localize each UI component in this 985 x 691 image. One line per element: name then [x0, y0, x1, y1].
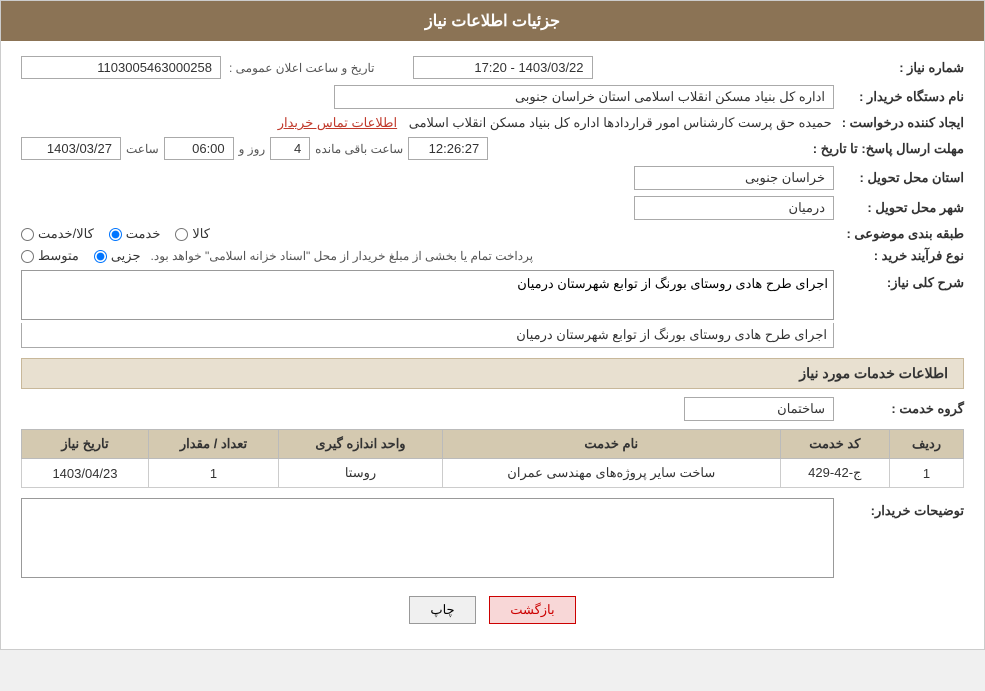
sharh-textarea[interactable]: <span data-bind="fields.sharh_value"></s…	[21, 270, 834, 320]
row-tabaqe: طبقه بندی موضوعی : کالا/خدمت خدمت کالا	[21, 226, 964, 242]
sharh-value-cell: <span data-bind="fields.sharh_value"></s…	[21, 270, 834, 348]
row-nam-dastgah: نام دستگاه خریدار : اداره کل بنیاد مسکن …	[21, 85, 964, 109]
col-radif: ردیف	[890, 430, 964, 459]
motavasset-label: متوسط	[38, 248, 79, 264]
row-mohlat: مهلت ارسال پاسخ: تا تاریخ : 1403/03/27 س…	[21, 137, 964, 160]
mohlat-label: مهلت ارسال پاسخ: تا تاریخ :	[803, 141, 964, 157]
row-ostan: استان محل تحویل : خراسان جنوبی	[21, 166, 964, 190]
tabaqe-kala-item: کالا	[175, 226, 210, 242]
row-ijad-konande: ایجاد کننده درخواست : حمیده حق پرست کارش…	[21, 115, 964, 131]
nam-dastgah-value: اداره کل بنیاد مسکن انقلاب اسلامی استان …	[334, 85, 834, 109]
toseeh-label: توضیحات خریدار:	[834, 498, 964, 519]
col-kod: کد خدمت	[780, 430, 889, 459]
roz-label: روز و	[239, 142, 266, 156]
tabaqe-radio-group: کالا/خدمت خدمت کالا	[21, 226, 834, 242]
shomara-label: شماره نیاز :	[834, 60, 964, 76]
cell-tedad: 1	[148, 459, 278, 488]
date-value: 1403/03/27	[21, 137, 121, 160]
tabaqe-khedmat-radio[interactable]	[109, 228, 122, 241]
group-label: گروه خدمت :	[834, 401, 964, 417]
noe-farayand-radio-group: متوسط جزیی	[21, 248, 141, 264]
col-tarikh: تاریخ نیاز	[22, 430, 149, 459]
tabaqe-khedmat-label: خدمت	[126, 226, 161, 242]
saat-value: 06:00	[164, 137, 234, 160]
col-name: نام خدمت	[442, 430, 780, 459]
ostan-label: استان محل تحویل :	[834, 170, 964, 186]
cell-vahed: روستا	[279, 459, 443, 488]
toseeh-value-cell	[21, 498, 834, 581]
mohlat-value-cell: 1403/03/27 ساعت 06:00 روز و 4 ساعت باقی …	[21, 137, 803, 160]
row-group: گروه خدمت : ساختمان	[21, 397, 964, 421]
page-title: جزئیات اطلاعات نیاز	[425, 13, 560, 30]
roz-value: 4	[270, 137, 310, 160]
tabaqe-kala-khedmat-radio[interactable]	[21, 228, 34, 241]
jozyi-item: جزیی	[94, 248, 141, 264]
remaining-time: 12:26:27	[408, 137, 488, 160]
shahr-label: شهر محل تحویل :	[834, 200, 964, 216]
farayand-note: پرداخت تمام یا بخشی از مبلغ خریدار از مح…	[151, 249, 534, 263]
shomara-value: 1103005463000258	[21, 56, 221, 79]
tabaqe-kala-label: کالا	[192, 226, 210, 242]
ostan-value-cell: خراسان جنوبی	[21, 166, 834, 190]
row-noe-farayand: نوع فرآیند خرید : متوسط جزیی پرداخت تمام…	[21, 248, 964, 264]
page-header: جزئیات اطلاعات نیاز	[1, 1, 984, 41]
noe-farayand-value-cell: متوسط جزیی پرداخت تمام یا بخشی از مبلغ خ…	[21, 248, 834, 264]
buttons-row: بازگشت چاپ	[21, 596, 964, 624]
group-value-cell: ساختمان	[21, 397, 834, 421]
cell-name: ساخت سایر پروژه‌های مهندسی عمران	[442, 459, 780, 488]
back-button[interactable]: بازگشت	[489, 596, 575, 624]
tabaqe-kala-khedmat-label: کالا/خدمت	[38, 226, 94, 242]
tarikh-aalan-value: 1403/03/22 - 17:20	[413, 56, 593, 79]
main-content: شماره نیاز : 1103005463000258 تاریخ و سا…	[1, 41, 984, 649]
ijad-konande-value: حمیده حق پرست کارشناس امور قراردادها ادا…	[409, 115, 832, 130]
tabaqe-kala-radio[interactable]	[175, 228, 188, 241]
ijad-konande-value-cell: حمیده حق پرست کارشناس امور قراردادها ادا…	[21, 115, 832, 131]
tabaqe-khedmat-item: خدمت	[109, 226, 161, 242]
sharh-display: اجرای طرح هادی روستای بورنگ از توابع شهر…	[21, 323, 834, 348]
print-button[interactable]: چاپ	[409, 596, 475, 624]
tabaqe-label: طبقه بندی موضوعی :	[834, 226, 964, 242]
tarikh-aalan-label: تاریخ و ساعت اعلان عمومی :	[229, 61, 375, 75]
page-wrapper: جزئیات اطلاعات نیاز شماره نیاز : 1103005…	[0, 0, 985, 650]
row-shomara-tarikh: شماره نیاز : 1103005463000258 تاریخ و سا…	[21, 56, 964, 79]
remaining-label: ساعت باقی مانده	[315, 142, 403, 156]
sharh-label: شرح کلی نیاز:	[834, 270, 964, 291]
row-shahr: شهر محل تحویل : درمیان	[21, 196, 964, 220]
col-tedad: تعداد / مقدار	[148, 430, 278, 459]
motavasset-radio[interactable]	[21, 250, 34, 263]
nam-dastgah-value-cell: اداره کل بنیاد مسکن انقلاب اسلامی استان …	[21, 85, 834, 109]
shomara-value-cell: 1103005463000258 تاریخ و ساعت اعلان عموم…	[21, 56, 834, 79]
noe-farayand-label: نوع فرآیند خرید :	[834, 248, 964, 264]
services-table: ردیف کد خدمت نام خدمت واحد اندازه گیری ت…	[21, 429, 964, 488]
shahr-value: درمیان	[634, 196, 834, 220]
shahr-value-cell: درمیان	[21, 196, 834, 220]
services-section-title: اطلاعات خدمات مورد نیاز	[21, 358, 964, 389]
row-sharh: شرح کلی نیاز: <span data-bind="fields.sh…	[21, 270, 964, 348]
group-value: ساختمان	[684, 397, 834, 421]
cell-kod: ج-42-429	[780, 459, 889, 488]
ijad-konande-label: ایجاد کننده درخواست :	[832, 115, 964, 131]
tabaqe-value-cell: کالا/خدمت خدمت کالا	[21, 226, 834, 242]
jozyi-label: جزیی	[111, 248, 141, 264]
cell-tarikh: 1403/04/23	[22, 459, 149, 488]
jozyi-radio[interactable]	[94, 250, 107, 263]
contact-link[interactable]: اطلاعات تماس خریدار	[278, 115, 397, 130]
col-vahed: واحد اندازه گیری	[279, 430, 443, 459]
toseeh-textarea[interactable]	[21, 498, 834, 578]
cell-radif: 1	[890, 459, 964, 488]
tabaqe-kala-khedmat-item: کالا/خدمت	[21, 226, 94, 242]
motavasset-item: متوسط	[21, 248, 79, 264]
saat-label: ساعت	[126, 142, 159, 156]
nam-dastgah-label: نام دستگاه خریدار :	[834, 89, 964, 105]
row-toseeh: توضیحات خریدار:	[21, 498, 964, 581]
ostan-value: خراسان جنوبی	[634, 166, 834, 190]
table-row: 1ج-42-429ساخت سایر پروژه‌های مهندسی عمرا…	[22, 459, 964, 488]
